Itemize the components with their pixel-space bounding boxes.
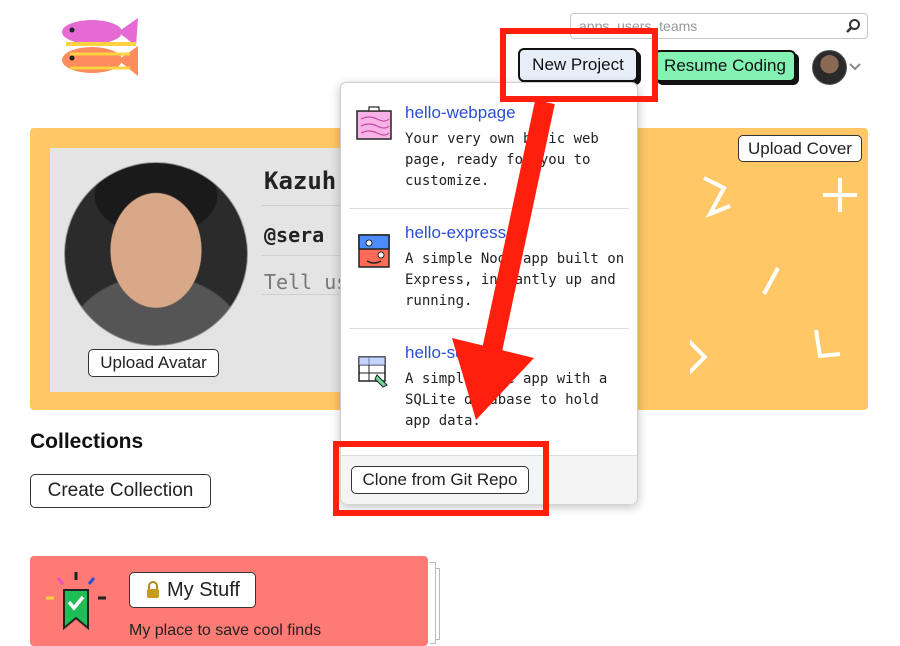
highlight-box-clone [333, 441, 549, 516]
highlight-box-new-project [500, 28, 658, 102]
lock-icon [147, 581, 159, 598]
profile-name[interactable]: Kazuh [264, 167, 336, 195]
cover-decoration [690, 176, 857, 380]
template-description: Your very own basic web page, ready for … [405, 131, 599, 189]
template-title[interactable]: hello-sqlite [405, 343, 486, 363]
collection-description: My place to save cool finds [129, 622, 322, 639]
template-description: A simple Node app built on Express, inst… [405, 251, 625, 309]
divider [262, 205, 350, 206]
user-avatar[interactable] [812, 50, 847, 85]
bookmark-icon [46, 572, 106, 631]
collection-title: My Stuff [167, 578, 240, 601]
template-item-hello-express[interactable]: hello-express A simple Node app built on… [341, 209, 637, 327]
search-icon[interactable] [845, 18, 861, 34]
template-description: A simple Node app with a SQLite database… [405, 371, 608, 429]
card-stack-edge [430, 562, 436, 644]
profile-bio-field[interactable]: Tell us [264, 270, 348, 294]
divider [262, 294, 350, 295]
template-title[interactable]: hello-webpage [405, 103, 516, 123]
divider [262, 255, 350, 256]
upload-cover-button[interactable]: Upload Cover [738, 135, 862, 162]
template-item-hello-sqlite[interactable]: hello-sqlite A simple Node app with a SQ… [341, 329, 637, 447]
sqlite-icon [358, 356, 388, 388]
chevron-down-icon[interactable] [848, 59, 862, 73]
express-icon [358, 234, 390, 268]
create-collection-button[interactable]: Create Collection [30, 474, 211, 508]
my-stuff-button[interactable]: My Stuff [129, 572, 256, 608]
profile-avatar [64, 162, 248, 346]
resume-coding-button[interactable]: Resume Coding [654, 50, 796, 82]
glitch-logo[interactable] [52, 14, 142, 82]
profile-handle[interactable]: @sera [264, 223, 324, 247]
webpage-icon [356, 106, 392, 140]
template-title[interactable]: hello-express [405, 223, 506, 243]
collections-heading: Collections [30, 430, 144, 453]
upload-avatar-button[interactable]: Upload Avatar [88, 349, 219, 377]
